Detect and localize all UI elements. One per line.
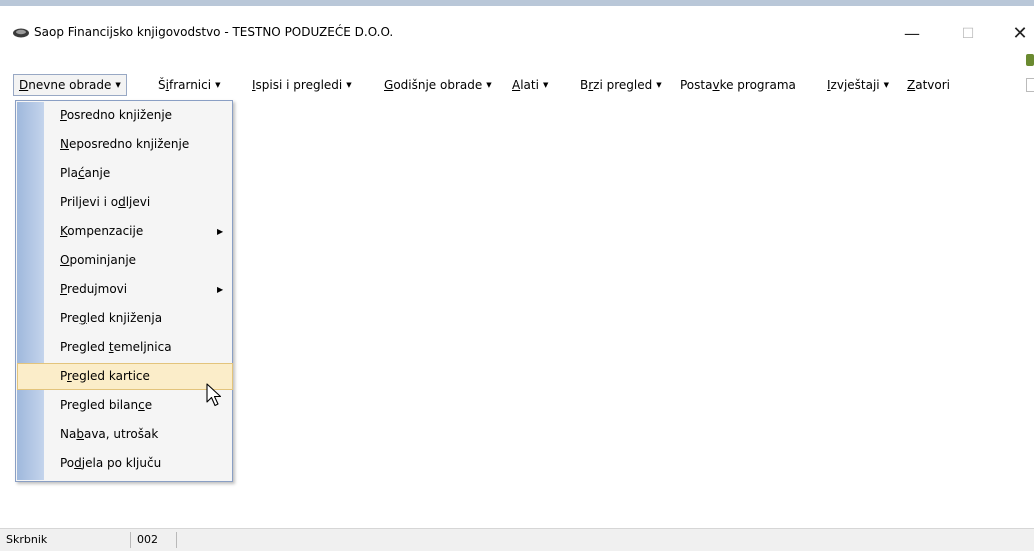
menu-alati[interactable]: Alati ▼ <box>507 74 553 96</box>
menu-item-nabava-utrosak[interactable]: Nabava, utrošak <box>17 421 231 448</box>
menu-izvjestaji[interactable]: Izvještaji ▼ <box>822 74 894 96</box>
menu-zatvori[interactable]: Zatvori <box>902 74 955 96</box>
close-button[interactable]: ✕ <box>1000 18 1034 50</box>
menu-godisnje-obrade[interactable]: Godišnje obrade ▼ <box>379 74 497 96</box>
menu-bar: Dnevne obrade ▼ Šifrarnici ▼ Ispisi i preg… <box>0 72 1034 100</box>
status-separator <box>176 532 177 548</box>
menu-item-kompenzacije[interactable]: Kompenzacije ▶ <box>17 218 231 245</box>
menu-item-pregled-temeljnica[interactable]: Pregled temeljnica <box>17 334 231 361</box>
chevron-down-icon: ▼ <box>542 81 549 89</box>
menu-item-placanje[interactable]: Plaćanje <box>17 160 231 187</box>
title-bar: Saop Financijsko knjigovodstvo - TESTNO … <box>0 6 1034 50</box>
minimize-button[interactable]: — <box>892 18 932 50</box>
chevron-down-icon: ▼ <box>215 81 221 89</box>
chevron-down-icon: ▼ <box>486 81 492 89</box>
chevron-down-icon: ▼ <box>883 81 890 89</box>
chevron-down-icon: ▼ <box>115 81 121 89</box>
menu-item-posredno-knjizenje[interactable]: Posredno knjiženje <box>17 102 231 129</box>
toolbar-icon[interactable] <box>1026 54 1034 66</box>
chevron-down-icon: ▼ <box>656 81 662 89</box>
menu-item-predujmovi[interactable]: Predujmovi ▶ <box>17 276 231 303</box>
chevron-down-icon: ▼ <box>346 81 352 89</box>
menu-dnevne-obrade[interactable]: Dnevne obrade ▼ <box>13 74 127 96</box>
menu-item-neposredno-knjizenje[interactable]: Neposredno knjiženje <box>17 131 231 158</box>
submenu-arrow-icon: ▶ <box>217 227 224 236</box>
window-title: Saop Financijsko knjigovodstvo - TESTNO … <box>34 25 394 39</box>
maximize-button[interactable]: ☐ <box>948 18 988 50</box>
menu-item-pregled-kartice[interactable]: Pregled kartice <box>17 363 233 390</box>
menu-item-pregled-knjizenja[interactable]: Pregled knjiženja <box>17 305 231 332</box>
menu-item-pregled-bilance[interactable]: Pregled bilance <box>17 392 231 419</box>
saop-app-icon <box>13 28 29 38</box>
menu-item-podjela-po-kljucu[interactable]: Podjela po ključu <box>17 450 231 477</box>
menu-item-priljevi-i-odljevi[interactable]: Priljevi i odljevi <box>17 189 231 216</box>
menu-brzi-pregled[interactable]: Brzi pregled ▼ <box>575 74 667 96</box>
status-user: Skrbnik <box>6 533 48 546</box>
menu-item-opominjanje[interactable]: Opominjanje <box>17 247 231 274</box>
menu-sifrarnici[interactable]: Šifrarnici ▼ <box>153 74 225 96</box>
menu-postavke-programa[interactable]: Postavke programa <box>675 74 801 96</box>
status-code: 002 <box>137 533 158 546</box>
mouse-pointer-icon <box>206 383 222 407</box>
status-separator <box>130 532 131 548</box>
submenu-arrow-icon: ▶ <box>217 285 224 294</box>
menu-ispisi-i-pregledi[interactable]: Ispisi i pregledi ▼ <box>247 74 357 96</box>
dnevne-obrade-dropdown: Posredno knjiženje Neposredno knjiženje … <box>15 100 233 482</box>
status-bar: Skrbnik 002 <box>0 528 1034 551</box>
